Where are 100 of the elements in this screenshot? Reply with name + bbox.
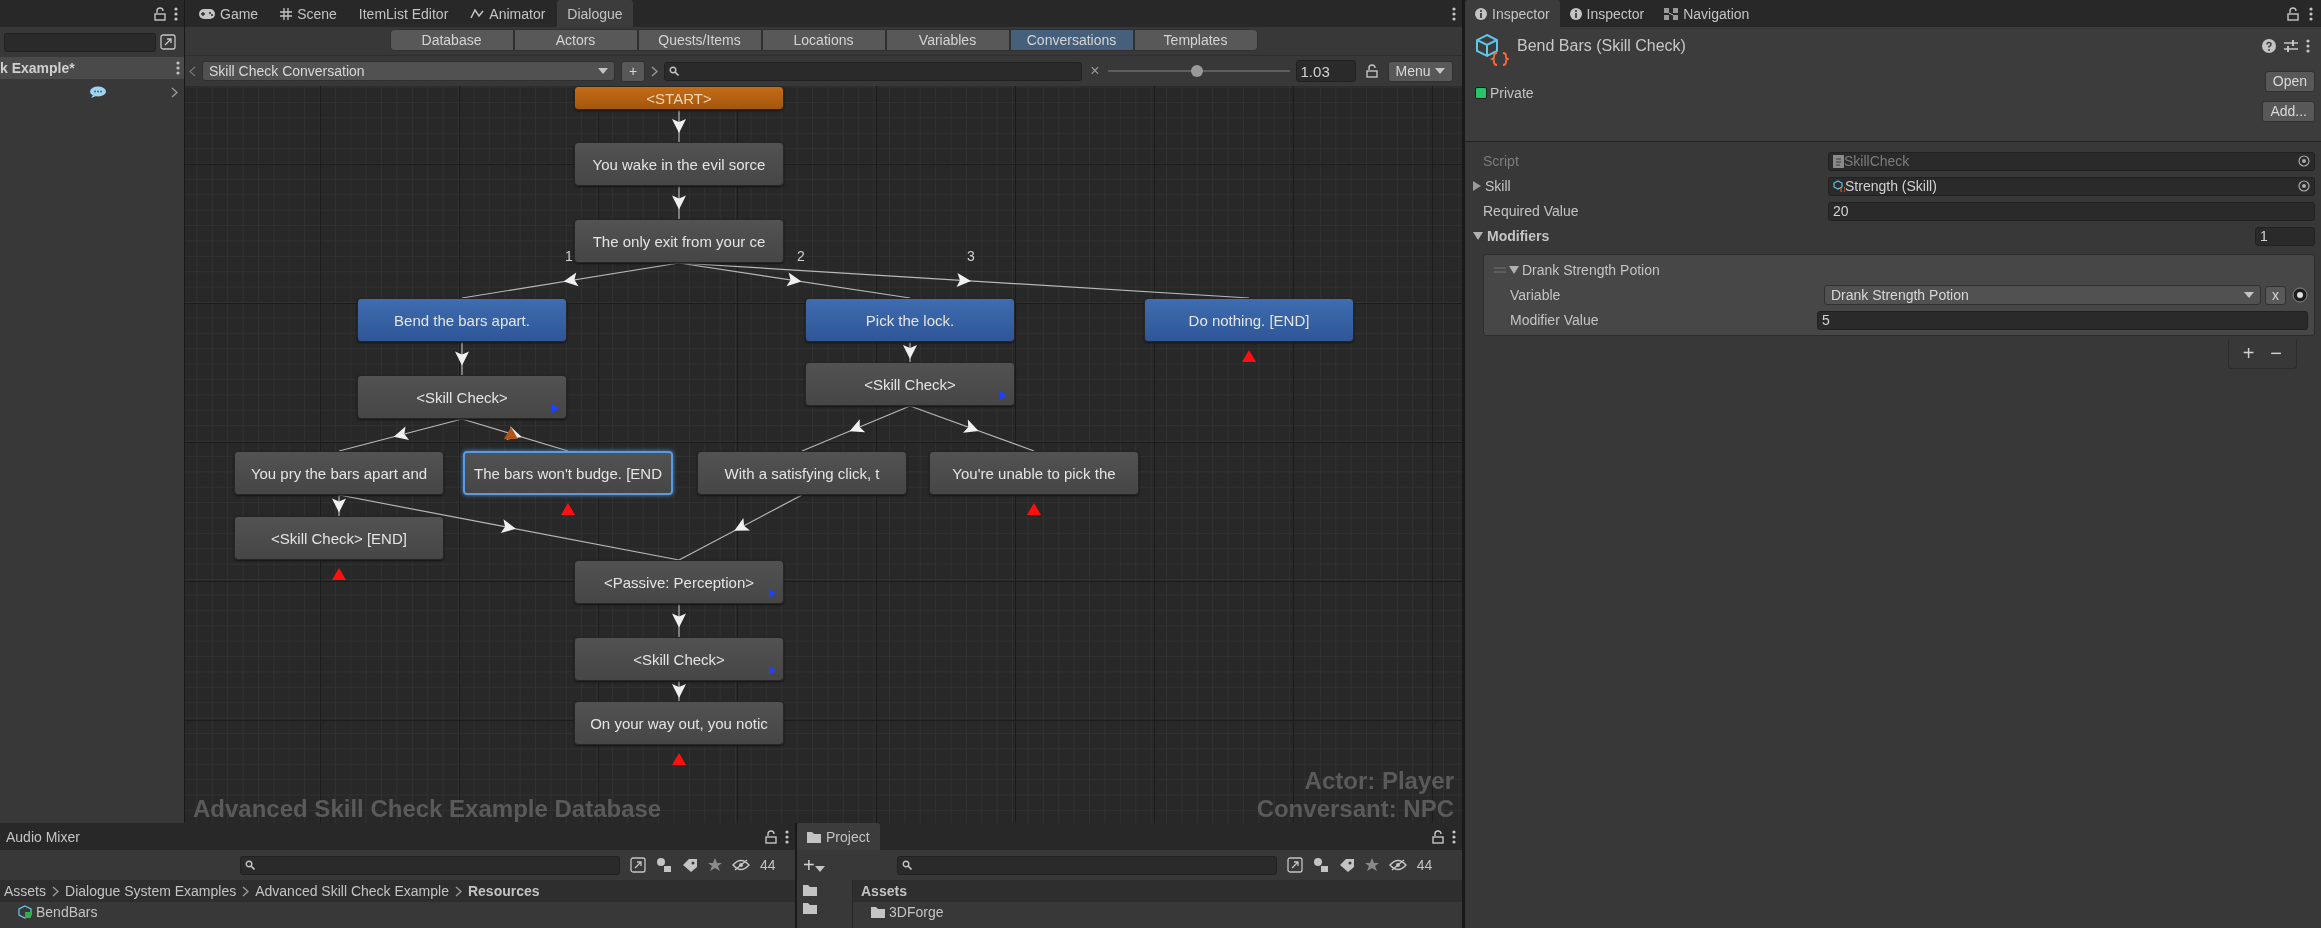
foldout-expanded-icon[interactable] (1509, 266, 1519, 274)
inspector-tab[interactable]: Navigation (1654, 0, 1760, 27)
breadcrumb-link[interactable]: Advanced Skill Check Example (255, 883, 449, 899)
dialogue-node[interactable]: <Passive: Perception> (574, 560, 784, 604)
variable-dropdown[interactable]: Drank Strength Potion (1824, 285, 2261, 305)
navigation-mesh-icon (1664, 7, 1679, 20)
breadcrumb-link[interactable]: Resources (467, 883, 540, 899)
database-tab[interactable]: Locations (761, 28, 886, 51)
menu-dropdown[interactable]: Menu (1387, 60, 1453, 82)
editor-tab[interactable]: Game (189, 0, 269, 27)
dialogue-node[interactable]: The only exit from your ce (574, 219, 784, 263)
add-conversation-button[interactable]: + (621, 60, 646, 82)
inspector-tab[interactable]: Inspector (1465, 0, 1560, 27)
dialogue-node[interactable]: Pick the lock. (805, 298, 1015, 342)
slider-thumb[interactable] (1190, 65, 1203, 77)
create-dropdown[interactable]: + (801, 853, 827, 877)
search-icon (245, 860, 255, 870)
dialogue-node[interactable]: Bend the bars apart. (357, 298, 567, 342)
foldout-expanded-icon[interactable] (1473, 232, 1483, 240)
hidden-eye-icon[interactable] (1388, 859, 1407, 871)
add-button[interactable]: Add... (2262, 100, 2315, 122)
private-checkbox[interactable] (1475, 86, 1487, 99)
dialogue-node[interactable]: The bars won't budge. [END (463, 451, 673, 495)
object-field[interactable]: Strength (Skill) (1828, 176, 2315, 196)
dialogue-node[interactable]: Do nothing. [END] (1144, 298, 1354, 342)
breadcrumb-separator-icon (454, 885, 462, 897)
dialogue-node[interactable]: <Skill Check> [END] (234, 516, 444, 560)
help-icon[interactable] (2262, 39, 2277, 53)
lock-icon[interactable] (765, 829, 777, 844)
search-field[interactable] (240, 855, 620, 875)
conversation-dropdown[interactable]: Skill Check Conversation (202, 61, 615, 81)
editor-tab[interactable]: Animator (460, 0, 556, 27)
number-field[interactable]: 20 (1828, 201, 2315, 221)
hidden-eye-icon[interactable] (732, 859, 750, 871)
lock-icon[interactable] (154, 6, 166, 21)
add-element-button[interactable]: + (2240, 342, 2257, 365)
dialogue-node[interactable]: You pry the bars apart and (234, 451, 444, 495)
star-icon[interactable] (1364, 858, 1379, 872)
label-tag-icon[interactable] (1338, 858, 1355, 872)
object-picker-icon[interactable] (2298, 155, 2310, 167)
popout-icon[interactable] (160, 34, 176, 50)
panel-tab[interactable]: Project (797, 823, 880, 850)
object-picker-icon[interactable] (2298, 180, 2310, 192)
database-tab[interactable]: Quests/Items (637, 28, 762, 51)
breadcrumb-link[interactable]: Assets (4, 883, 46, 899)
array-size-field[interactable]: 1 (2255, 226, 2315, 246)
remove-element-button[interactable]: − (2268, 342, 2284, 365)
search-icon (901, 860, 912, 870)
database-tab[interactable]: Conversations (1009, 28, 1134, 51)
label-tag-icon[interactable] (682, 858, 698, 872)
chevron-right-icon[interactable] (651, 65, 659, 77)
lock-icon[interactable] (1432, 829, 1444, 844)
database-tab[interactable]: Templates (1133, 28, 1258, 51)
search-field[interactable] (664, 61, 1083, 81)
dropdown-caret-icon (1434, 68, 1445, 74)
filter-by-type-icon[interactable] (656, 857, 672, 873)
foldout-collapsed-icon[interactable] (1473, 181, 1481, 191)
presets-sliders-icon[interactable] (2284, 39, 2299, 53)
lock-icon[interactable] (2287, 6, 2299, 21)
clear-search-button[interactable]: × (1088, 62, 1102, 80)
editor-tab[interactable]: ItemList Editor (348, 0, 459, 27)
more-options-icon[interactable] (1452, 829, 1456, 844)
chevron-left-icon[interactable] (189, 65, 196, 77)
popout-icon[interactable] (1286, 857, 1303, 873)
panel-title[interactable]: Audio Mixer (6, 828, 80, 845)
editor-tab[interactable]: Scene (270, 0, 347, 27)
more-options-icon[interactable] (2309, 6, 2313, 21)
breadcrumb-link[interactable]: Dialogue System Examples (65, 883, 237, 899)
inspector-tab[interactable]: Inspector (1559, 0, 1655, 27)
open-button[interactable]: Open (2264, 70, 2315, 92)
more-options-icon[interactable] (2306, 39, 2311, 53)
more-options-icon[interactable] (785, 829, 789, 844)
filter-by-type-icon[interactable] (1312, 857, 1329, 873)
number-field[interactable]: 5 (1817, 310, 2308, 330)
star-icon[interactable] (708, 858, 722, 872)
editor-tab[interactable]: Dialogue (557, 0, 633, 27)
lock-icon[interactable] (1365, 64, 1378, 78)
more-options-icon[interactable] (174, 6, 178, 21)
object-picker-icon[interactable] (2292, 287, 2308, 303)
search-field[interactable] (896, 855, 1277, 875)
dialogue-node[interactable]: You're unable to pick the (929, 451, 1139, 495)
database-tab[interactable]: Variables (885, 28, 1010, 51)
property-label: Skill (1485, 178, 1511, 194)
more-options-icon[interactable] (1452, 6, 1456, 21)
asset-item[interactable]: BendBars (36, 904, 98, 920)
dialogue-node[interactable]: On your way out, you notic (574, 701, 784, 745)
property-label: Required Value (1482, 203, 1580, 219)
database-tab[interactable]: Database (389, 28, 514, 51)
zoom-slider[interactable] (1107, 63, 1290, 79)
dialogue-node[interactable]: With a satisfying click, t (697, 451, 907, 495)
folder-item[interactable]: 3DForge (889, 904, 944, 920)
zoom-value-field[interactable]: 1.03 (1295, 60, 1356, 82)
clear-button[interactable]: x (2265, 285, 2286, 305)
dialogue-node[interactable]: <Skill Check> (357, 375, 567, 419)
dialogue-node[interactable]: <Skill Check> (805, 362, 1015, 406)
dialogue-node[interactable]: <Skill Check> (574, 637, 784, 681)
database-tab[interactable]: Actors (513, 28, 638, 51)
more-options-icon[interactable] (176, 61, 180, 75)
popout-icon[interactable] (630, 857, 646, 873)
dialogue-node[interactable]: You wake in the evil sorce (574, 142, 784, 186)
